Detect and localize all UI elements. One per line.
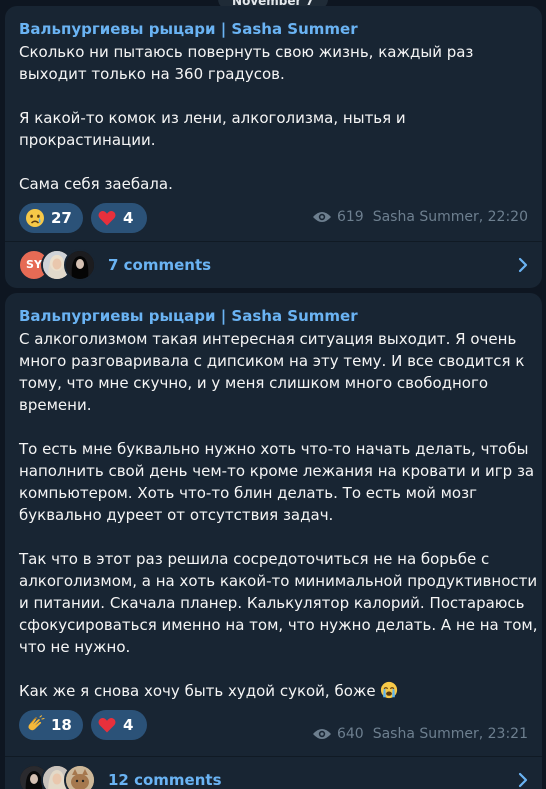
chevron-right-icon	[518, 257, 528, 273]
channel-post: Вальпургиевы рыцари | Sasha Summer С алк…	[5, 293, 542, 789]
eye-icon	[312, 729, 331, 739]
views-count: 619	[336, 209, 364, 225]
post-signature: Sasha Summer, 22:20	[372, 209, 528, 225]
avatar	[64, 764, 96, 789]
text-line: С алкоголизмом такая интересная ситуация…	[19, 330, 517, 348]
text-line: алкоголизмом, а на хоть какой-то минимал…	[19, 572, 538, 590]
reaction-count: 27	[51, 209, 72, 227]
chevron-right-icon	[518, 772, 528, 788]
reaction-clap[interactable]: 18	[19, 710, 83, 740]
text-line: наполнить свой день чем-то кроме лежания…	[19, 462, 535, 480]
text-line: компьютером. Хоть что-то блин делать. То…	[19, 484, 477, 502]
post-signature: Sasha Summer, 23:21	[372, 726, 528, 742]
text-line: Как же я снова хочу быть худой сукой, бо…	[19, 680, 528, 702]
text-line: времени.	[19, 396, 92, 414]
post-views: 619 Sasha Summer, 22:20	[312, 209, 528, 225]
text-line: сфокусироваться именно на том, что нужно…	[19, 616, 538, 634]
commenter-avatars: SY	[18, 249, 96, 281]
reaction-count: 4	[123, 209, 134, 227]
clapping-hands-icon	[28, 715, 45, 731]
post-paragraph: Так что в этот раз решила сосредоточитьс…	[19, 548, 538, 658]
post-text: Сколько ни пытаюсь повернуть свою жизнь,…	[19, 41, 528, 195]
text-line: буквально дуреет от отсутствия задач.	[19, 506, 334, 524]
post-views: 640 Sasha Summer, 23:21	[312, 726, 528, 742]
text-line: Я какой-то комок из лени, алкоголизма, н…	[19, 109, 406, 127]
post-meta-row: 18 4 640 Sasha Summer, 23:21	[19, 708, 528, 744]
text-line: Сколько ни пытаюсь повернуть свою жизнь,…	[19, 43, 474, 61]
post-paragraph: Я какой-то комок из лени, алкоголизма, н…	[19, 107, 528, 151]
post-text: С алкоголизмом такая интересная ситуация…	[19, 328, 538, 702]
text-line: тому, что мне скучно, и у меня слишком м…	[19, 374, 489, 392]
text-line-content: Как же я снова хочу быть худой сукой, бо…	[19, 682, 376, 700]
comments-button[interactable]: SY 7 comments	[5, 241, 542, 288]
comments-count-label: 12 comments	[108, 771, 222, 789]
reaction-count: 4	[123, 716, 134, 734]
reaction-crying[interactable]: 27	[19, 203, 83, 233]
eye-icon	[312, 212, 331, 222]
text-line: прокрастинации.	[19, 131, 156, 149]
reaction-count: 18	[51, 716, 72, 734]
text-line: выходит только на 360 градусов.	[19, 65, 285, 83]
comments-count-label: 7 comments	[108, 256, 212, 274]
text-line: много разговаривала с дипсиком на эту те…	[19, 352, 525, 370]
reaction-heart[interactable]: 4	[91, 710, 147, 740]
crying-face-icon	[26, 209, 44, 227]
red-heart-icon	[98, 210, 116, 226]
comments-button[interactable]: 12 comments	[5, 756, 542, 789]
post-paragraph: То есть мне буквально нужно хоть что-то …	[19, 438, 535, 526]
channel-post: Вальпургиевы рыцари | Sasha Summer Сколь…	[5, 6, 542, 288]
reaction-heart[interactable]: 4	[91, 203, 147, 233]
post-paragraph: С алкоголизмом такая интересная ситуация…	[19, 328, 528, 416]
text-line: Так что в этот раз решила сосредоточитьс…	[19, 550, 490, 568]
post-meta-row: 27 4 619 Sasha Summer, 22:20	[19, 201, 528, 237]
text-line: Сама себя заебала.	[19, 175, 173, 193]
post-paragraph: Как же я снова хочу быть худой сукой, бо…	[19, 680, 528, 702]
post-paragraph: Сколько ни пытаюсь повернуть свою жизнь,…	[19, 41, 528, 85]
post-author[interactable]: Вальпургиевы рыцари | Sasha Summer	[19, 19, 528, 39]
red-heart-icon	[98, 717, 116, 733]
chat-view: November 7 Вальпургиевы рыцари | Sasha S…	[0, 0, 546, 789]
text-line: что не нужно.	[19, 638, 131, 656]
post-author[interactable]: Вальпургиевы рыцари | Sasha Summer	[19, 306, 528, 326]
loudly-crying-face-icon	[381, 681, 398, 699]
avatar	[64, 249, 96, 281]
text-line: и питании. Скачала планер. Калькулятор к…	[19, 594, 525, 612]
text-line: То есть мне буквально нужно хоть что-то …	[19, 440, 529, 458]
commenter-avatars	[18, 764, 96, 789]
views-count: 640	[336, 726, 364, 742]
post-paragraph: Сама себя заебала.	[19, 173, 528, 195]
